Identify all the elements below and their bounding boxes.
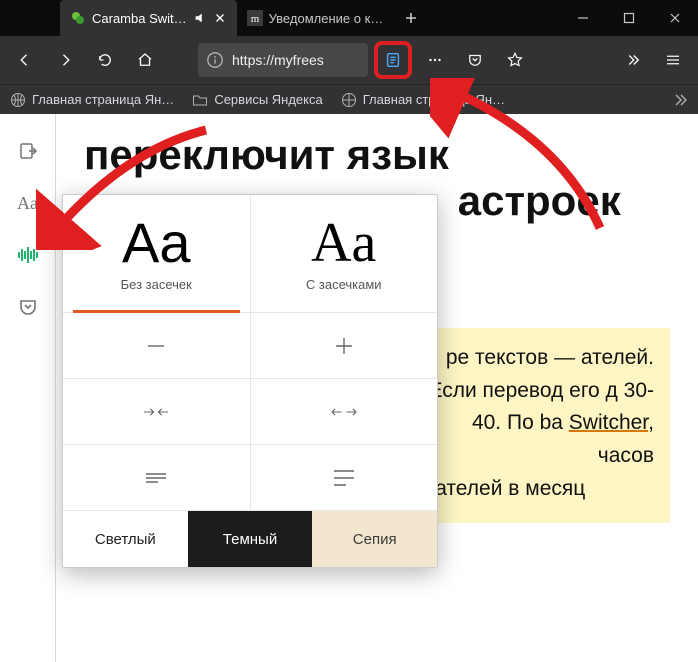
reload-button[interactable] [88,43,122,77]
pocket-button[interactable] [458,43,492,77]
close-icon [669,12,681,24]
lineheight-tight-icon [136,466,176,490]
font-caption: С засечками [306,277,382,292]
font-sans-option[interactable]: Aa Без засечек [63,195,251,312]
font-serif-option[interactable]: Aa С засечками [251,195,438,312]
minimize-icon [577,12,589,24]
width-wide-icon [324,400,364,424]
menu-button[interactable] [656,43,690,77]
title-bar: Caramba Swit… m Уведомление о к… [0,0,698,36]
url-text: https://myfrees [232,52,324,68]
pocket-save-button[interactable] [13,292,43,322]
arrow-right-icon [56,51,74,69]
reader-type-panel: Aa Без засечек Aa С засечками [62,194,438,568]
dots-icon [426,51,444,69]
font-size-decrease[interactable] [63,313,251,378]
chevrons-right-icon [672,92,688,108]
tab-active[interactable]: Caramba Swit… [60,0,237,36]
bookmark-label: Главная страница Ян… [363,92,505,107]
globe-icon [10,92,26,108]
arrow-left-icon [16,51,34,69]
bookmark-label: Главная страница Ян… [32,92,174,107]
back-button[interactable] [8,43,42,77]
overflow-button[interactable] [616,43,650,77]
width-narrow-icon [136,400,176,424]
maximize-icon [623,12,635,24]
theme-dark-option[interactable]: Темный [188,511,313,567]
bookmark-star-button[interactable] [498,43,532,77]
font-sample: Aa [311,215,376,271]
font-sample: Aa [122,215,191,271]
plus-icon [404,11,418,25]
pocket-icon [18,297,38,317]
pocket-icon [466,51,484,69]
bookmark-item[interactable]: Главная страница Ян… [10,92,174,108]
waveform-icon [17,245,39,265]
maximize-button[interactable] [606,0,652,36]
reader-icon [384,51,402,69]
info-icon [206,51,224,69]
content-width-decrease[interactable] [63,379,251,444]
content-width-increase[interactable] [251,379,438,444]
bookmark-item[interactable]: Сервисы Яндекса [192,92,322,108]
close-reader-button[interactable] [13,136,43,166]
line-height-increase[interactable] [251,445,438,510]
type-controls-button[interactable]: Aa [13,188,43,218]
close-window-button[interactable] [652,0,698,36]
font-size-increase[interactable] [251,313,438,378]
star-icon [506,51,524,69]
bookmarks-overflow-button[interactable] [672,92,688,108]
chevrons-right-icon [624,51,642,69]
theme-light-option[interactable]: Светлый [63,511,188,567]
close-icon[interactable] [213,11,227,25]
url-bar[interactable]: https://myfrees [198,43,368,77]
tab-label: Уведомление о к… [269,11,384,26]
line-height-decrease[interactable] [63,445,251,510]
new-tab-button[interactable] [393,0,429,36]
bookmark-item[interactable]: Главная страница Ян… [341,92,505,108]
reader-sidebar: Aa [0,114,56,662]
theme-sepia-option[interactable]: Сепия [312,511,437,567]
minus-icon [136,334,176,358]
bookmarks-bar: Главная страница Ян… Сервисы Яндекса Гла… [0,84,698,114]
favicon-icon [70,10,86,26]
font-caption: Без засечек [121,277,192,292]
home-button[interactable] [128,43,162,77]
svg-text:m: m [250,13,259,25]
exit-icon [18,141,38,161]
forward-button[interactable] [48,43,82,77]
folder-icon [192,92,208,108]
reload-icon [96,51,114,69]
aa-icon: Aa [17,193,38,214]
globe-icon [341,92,357,108]
favicon-icon: m [247,10,263,26]
tab-label: Caramba Swit… [92,11,187,26]
narrate-button[interactable] [13,240,43,270]
plus-icon [324,334,364,358]
home-icon [136,51,154,69]
page-actions-button[interactable] [418,43,452,77]
tab-inactive[interactable]: m Уведомление о к… [237,0,394,36]
bookmark-label: Сервисы Яндекса [214,92,322,107]
reader-view-button[interactable] [374,41,412,79]
nav-toolbar: https://myfrees [0,36,698,84]
minimize-button[interactable] [560,0,606,36]
lineheight-loose-icon [324,466,364,490]
sound-icon[interactable] [193,11,207,25]
hamburger-icon [664,51,682,69]
